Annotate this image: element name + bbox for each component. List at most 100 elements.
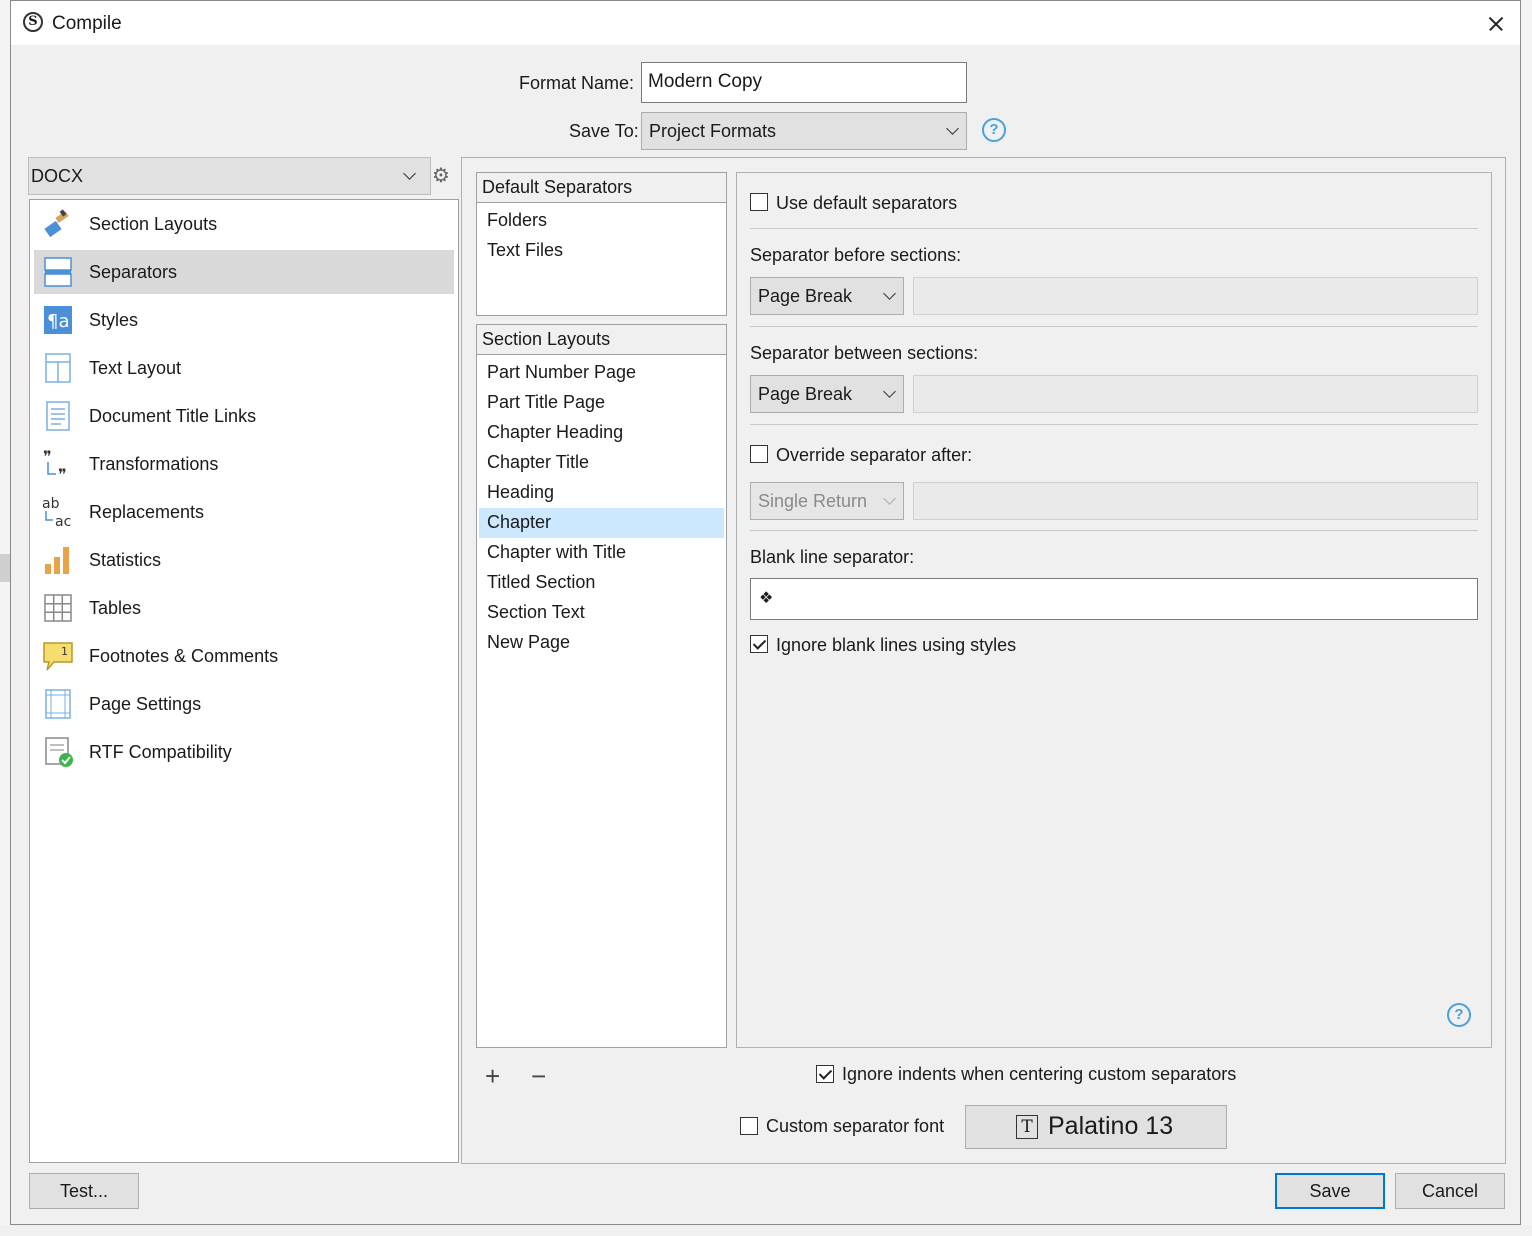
list-item-label: New Page [487, 632, 571, 652]
nav-label: Statistics [89, 550, 162, 570]
list-item-selected[interactable]: Chapter [479, 508, 724, 538]
nav-label: Section Layouts [89, 214, 218, 234]
separator-between-value: Page Break [758, 384, 853, 404]
text-layout-icon [45, 353, 71, 383]
footnote-icon: 1 [43, 642, 73, 671]
list-item[interactable]: Text Files [479, 236, 724, 266]
scrivener-logo-icon: S [23, 12, 43, 32]
svg-text:1: 1 [61, 645, 68, 658]
nav-label: Replacements [89, 502, 205, 522]
help-icon[interactable]: ? [982, 118, 1006, 142]
bar-chart-icon [45, 547, 69, 574]
paintbrush-icon [44, 209, 69, 238]
rtf-check-icon [45, 737, 73, 767]
font-picker-button[interactable]: T Palatino 13 [965, 1105, 1227, 1149]
nav-item-footnotes-comments[interactable]: 1 Footnotes & Comments [34, 634, 454, 678]
chevron-down-icon [883, 492, 896, 505]
page-settings-icon [45, 689, 71, 719]
separator-before-dropdown[interactable]: Page Break [750, 277, 904, 315]
blank-line-separator-input[interactable]: ❖ [750, 578, 1478, 620]
nav-item-rtf-compatibility[interactable]: RTF Compatibility [34, 730, 454, 774]
list-item[interactable]: Folders [479, 206, 724, 236]
list-item[interactable]: Chapter Heading [479, 418, 724, 448]
window-title: Compile [52, 13, 122, 34]
close-button[interactable] [1470, 1, 1520, 45]
separator-before-value: Page Break [758, 286, 853, 306]
nav-label: RTF Compatibility [89, 742, 232, 762]
override-separator-checkbox[interactable] [750, 445, 768, 463]
separator-before-custom-input[interactable] [913, 277, 1478, 315]
output-format-dropdown[interactable]: DOCX [28, 157, 431, 195]
nav-item-tables[interactable]: Tables [34, 586, 454, 630]
format-name-input[interactable]: Modern Copy [641, 62, 967, 103]
blank-line-separator-label: Blank line separator: [750, 547, 915, 567]
use-default-separators-checkbox[interactable] [750, 193, 768, 211]
custom-separator-font-label: Custom separator font [766, 1116, 945, 1136]
list-item[interactable]: Part Number Page [479, 358, 724, 388]
background-window-right [1521, 0, 1532, 1236]
ignore-blank-lines-checkbox[interactable] [750, 635, 768, 653]
help-icon[interactable]: ? [1447, 1003, 1471, 1027]
list-item[interactable]: Part Title Page [479, 388, 724, 418]
list-item-label: Chapter Heading [487, 422, 624, 442]
format-name-label: Format Name: [519, 73, 635, 93]
chevron-down-icon [883, 385, 896, 398]
chevron-down-icon [946, 122, 959, 135]
nav-item-text-layout[interactable]: Text Layout [34, 346, 454, 390]
nav-item-separators[interactable]: Separators [34, 250, 454, 294]
divider [750, 530, 1478, 531]
override-separator-value: Single Return [758, 491, 868, 511]
list-item-label: Chapter with Title [487, 542, 627, 562]
remove-layout-button[interactable]: − [531, 1063, 546, 1089]
nav-item-page-settings[interactable]: Page Settings [34, 682, 454, 726]
nav-label: Document Title Links [89, 406, 257, 426]
separator-between-dropdown[interactable]: Page Break [750, 375, 904, 413]
cancel-button[interactable]: Cancel [1395, 1173, 1505, 1209]
separator-before-label: Separator before sections: [750, 245, 962, 265]
custom-separator-font-checkbox[interactable] [740, 1117, 758, 1135]
nav-item-replacements[interactable]: ab ac Replacements [34, 490, 454, 534]
list-item[interactable]: Chapter Title [479, 448, 724, 478]
list-item-label: Folders [487, 210, 548, 230]
separator-between-custom-input[interactable] [913, 375, 1478, 413]
separators-icon [44, 257, 72, 287]
list-item-label: Part Number Page [487, 362, 637, 382]
nav-label: Tables [89, 598, 142, 618]
save-button[interactable]: Save [1275, 1173, 1385, 1209]
table-icon [44, 594, 72, 622]
save-to-label: Save To: [569, 121, 639, 141]
svg-text:❞: ❞ [58, 465, 67, 480]
default-separators-header: Default Separators [477, 173, 726, 203]
output-format-value: DOCX [31, 166, 84, 186]
ignore-indents-checkbox[interactable] [816, 1065, 834, 1083]
gear-icon[interactable]: ⚙ [430, 165, 452, 187]
document-icon [46, 401, 70, 431]
override-separator-label: Override separator after: [776, 445, 973, 465]
nav-item-document-title-links[interactable]: Document Title Links [34, 394, 454, 438]
svg-text:¶a: ¶a [47, 311, 69, 332]
background-highlight [0, 554, 10, 582]
nav-label: Text Layout [89, 358, 182, 378]
ignore-indents-label: Ignore indents when centering custom sep… [842, 1064, 1237, 1084]
list-item-label: Text Files [487, 240, 564, 260]
list-item[interactable]: Section Text [479, 598, 724, 628]
list-item[interactable]: Chapter with Title [479, 538, 724, 568]
nav-item-transformations[interactable]: ❞ ❞ Transformations [34, 442, 454, 486]
title-bar: S Compile [11, 1, 1520, 45]
nav-item-styles[interactable]: ¶a Styles [34, 298, 454, 342]
nav-item-statistics[interactable]: Statistics [34, 538, 454, 582]
nav-item-section-layouts[interactable]: Section Layouts [34, 202, 454, 246]
list-header-label: Default Separators [482, 177, 633, 197]
list-item-label: Section Text [487, 602, 585, 622]
section-layouts-header: Section Layouts [477, 325, 726, 355]
list-item[interactable]: Heading [479, 478, 724, 508]
styles-icon: ¶a [44, 306, 72, 334]
background-window-bottom [0, 1225, 1532, 1236]
test-button[interactable]: Test... [29, 1173, 139, 1209]
save-to-dropdown[interactable]: Project Formats [641, 112, 967, 150]
nav-label: Separators [89, 262, 178, 282]
list-item[interactable]: New Page [479, 628, 724, 658]
svg-text:ab: ab [42, 496, 60, 512]
list-item[interactable]: Titled Section [479, 568, 724, 598]
add-layout-button[interactable]: + [485, 1063, 500, 1089]
